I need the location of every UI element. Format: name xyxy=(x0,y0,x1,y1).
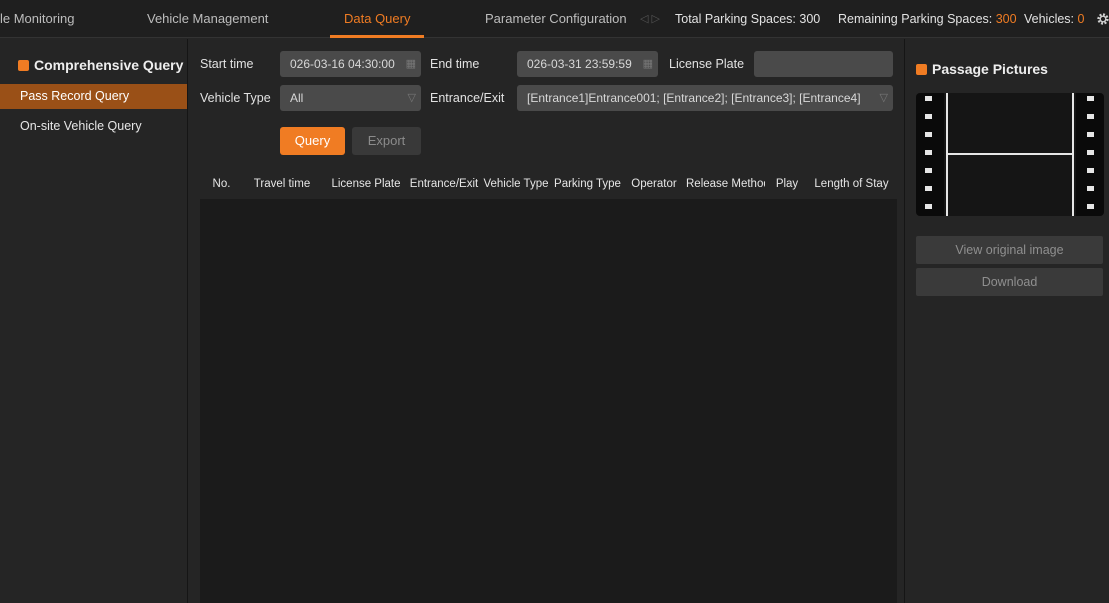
sidebar: Comprehensive Query Pass Record Query On… xyxy=(0,39,188,603)
top-nav-bar: le Monitoring Vehicle Management Data Qu… xyxy=(0,0,1109,38)
total-parking-value: 300 xyxy=(799,12,821,26)
column-header-length-of-stay[interactable]: Length of Stay xyxy=(808,169,895,199)
passage-pictures-panel: Passage Pictures View original image Dow… xyxy=(904,39,1109,603)
view-original-image-button[interactable]: View original image xyxy=(916,236,1103,264)
entrance-exit-select[interactable]: [Entrance1]Entrance001; [Entrance2]; [En… xyxy=(517,85,893,111)
film-strip-placeholder-icon xyxy=(916,93,1104,216)
dropdown-triangle-icon: ▽ xyxy=(407,92,416,104)
entrance-exit-label: Entrance/Exit xyxy=(430,91,505,105)
start-time-label: Start time xyxy=(200,57,254,71)
start-time-field[interactable]: 026-03-16 04:30:00 ▦ xyxy=(280,51,421,77)
tab-vehicle-management[interactable]: Vehicle Management xyxy=(147,0,268,38)
sidebar-title: Comprehensive Query xyxy=(34,57,184,73)
table-header: No. Travel time License Plate Entrance/E… xyxy=(200,169,897,199)
license-plate-label: License Plate xyxy=(669,57,745,71)
tab-data-query[interactable]: Data Query xyxy=(329,0,426,38)
sidebar-item-pass-record-query[interactable]: Pass Record Query xyxy=(0,84,187,109)
column-header-operator[interactable]: Operator xyxy=(624,169,684,199)
column-header-play[interactable]: Play xyxy=(768,169,806,199)
sidebar-item-on-site-vehicle-query[interactable]: On-site Vehicle Query xyxy=(0,114,187,139)
column-header-no[interactable]: No. xyxy=(200,169,243,199)
vehicles-count: Vehicles: 0 xyxy=(1024,0,1084,38)
app-window: le Monitoring Vehicle Management Data Qu… xyxy=(0,0,1109,603)
tab-scroll-arrows-icon[interactable]: ◁ ▷ xyxy=(640,0,660,38)
vehicles-value: 0 xyxy=(1077,12,1085,26)
dropdown-triangle-icon: ▽ xyxy=(876,85,888,111)
vehicle-type-value: All xyxy=(290,91,304,105)
sidebar-section-heading: Comprehensive Query xyxy=(0,55,183,75)
end-time-value: 026-03-31 23:59:59 xyxy=(527,57,632,71)
section-marker-icon xyxy=(18,60,29,71)
total-parking-label: Total Parking Spaces: xyxy=(675,12,796,26)
start-time-value: 026-03-16 04:30:00 xyxy=(290,57,395,71)
column-header-parking-type[interactable]: Parking Type xyxy=(552,169,623,199)
column-header-vehicle-type[interactable]: Vehicle Type xyxy=(481,169,551,199)
tab-vehicle-monitoring[interactable]: le Monitoring xyxy=(0,0,74,38)
section-marker-icon xyxy=(916,64,927,75)
column-header-release-method[interactable]: Release Method xyxy=(686,169,765,199)
vehicle-type-label: Vehicle Type xyxy=(200,91,271,105)
right-panel-heading: Passage Pictures xyxy=(905,59,1048,79)
column-header-entrance-exit[interactable]: Entrance/Exit xyxy=(408,169,480,199)
gear-icon[interactable] xyxy=(1096,12,1109,26)
main-content: Start time 026-03-16 04:30:00 ▦ End time… xyxy=(189,39,902,603)
license-plate-input[interactable] xyxy=(754,51,893,77)
tab-parameter-configuration[interactable]: Parameter Configuration xyxy=(485,0,627,38)
end-time-field[interactable]: 026-03-31 23:59:59 ▦ xyxy=(517,51,658,77)
right-panel-title: Passage Pictures xyxy=(932,61,1048,77)
vehicle-type-select[interactable]: All ▽ xyxy=(280,85,421,111)
column-header-license-plate[interactable]: License Plate xyxy=(325,169,407,199)
vehicles-label: Vehicles: xyxy=(1024,12,1075,26)
export-button[interactable]: Export xyxy=(352,127,421,155)
download-button[interactable]: Download xyxy=(916,268,1103,296)
remaining-parking-label: Remaining Parking Spaces: xyxy=(838,12,993,26)
calendar-icon: ▦ xyxy=(642,58,653,70)
entrance-exit-value: [Entrance1]Entrance001; [Entrance2]; [En… xyxy=(527,91,861,105)
calendar-icon: ▦ xyxy=(405,58,416,70)
records-table: No. Travel time License Plate Entrance/E… xyxy=(200,169,897,603)
end-time-label: End time xyxy=(430,57,480,71)
total-parking-spaces: Total Parking Spaces: 300 xyxy=(675,0,820,38)
query-button[interactable]: Query xyxy=(280,127,345,155)
remaining-parking-value: 300 xyxy=(995,12,1017,26)
column-header-travel-time[interactable]: Travel time xyxy=(244,169,320,199)
remaining-parking-spaces: Remaining Parking Spaces: 300 xyxy=(838,0,1017,38)
